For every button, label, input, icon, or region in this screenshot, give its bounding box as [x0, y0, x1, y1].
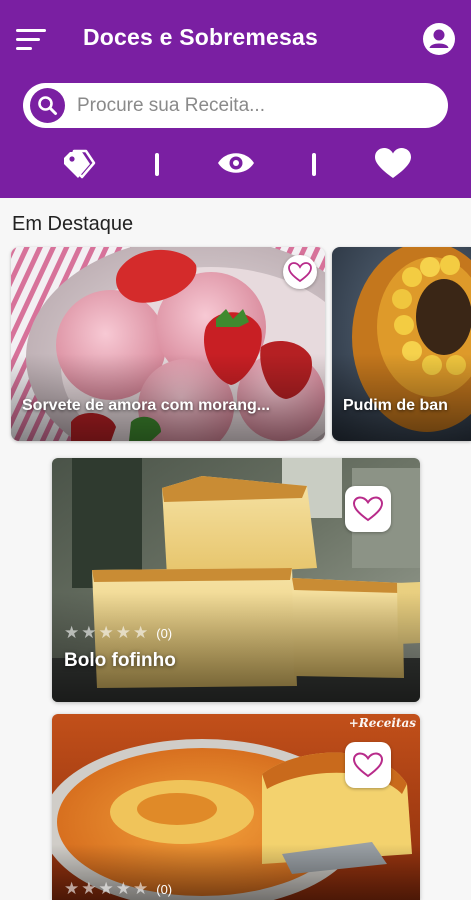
rating-stars: ★ ★ ★ ★ ★ (0) [64, 879, 172, 899]
star-icon: ★ [64, 879, 80, 898]
favorite-button[interactable] [283, 255, 317, 289]
featured-title: Sorvete de amora com morang... [22, 397, 271, 414]
rating-stars: ★ ★ ★ ★ ★ (0) [64, 623, 172, 643]
watermark-logo: +Receitas [348, 716, 416, 730]
star-icon: ★ [64, 623, 80, 642]
star-icon: ★ [98, 879, 114, 898]
app-bar: Doces e Sobremesas [0, 0, 471, 198]
heart-icon[interactable] [374, 148, 412, 180]
search-bar[interactable] [23, 83, 448, 128]
app-title: Doces e Sobremesas [83, 24, 319, 50]
favorite-button[interactable] [345, 486, 391, 532]
eye-icon[interactable] [216, 149, 256, 177]
featured-title: Pudim de ban [343, 397, 448, 414]
star-icon: ★ [115, 879, 131, 898]
menu-icon[interactable] [16, 26, 48, 54]
star-icon: ★ [115, 623, 131, 642]
star-icon: ★ [81, 879, 97, 898]
recipe-title: Bolo fofinho [64, 650, 176, 671]
section-title-featured: Em Destaque [12, 213, 134, 235]
divider [155, 153, 159, 176]
star-icon: ★ [81, 623, 97, 642]
search-icon[interactable] [30, 88, 65, 123]
star-icon: ★ [133, 879, 149, 898]
profile-icon[interactable] [423, 23, 455, 55]
divider [312, 153, 316, 176]
tags-icon[interactable] [60, 148, 96, 180]
star-icon: ★ [98, 623, 114, 642]
star-icon: ★ [133, 623, 149, 642]
favorite-button[interactable] [345, 742, 391, 788]
featured-card[interactable]: Pudim de ban [332, 247, 471, 441]
rating-count: (0) [156, 625, 173, 641]
featured-card[interactable]: Sorvete de amora com morang... [11, 247, 325, 441]
search-input[interactable] [77, 83, 437, 128]
rating-count: (0) [156, 881, 173, 897]
recipe-card[interactable]: ★ ★ ★ ★ ★ (0) Bolo fofinho [52, 458, 420, 702]
recipe-card[interactable]: +Receitas ★ ★ ★ ★ ★ (0) [52, 714, 420, 900]
